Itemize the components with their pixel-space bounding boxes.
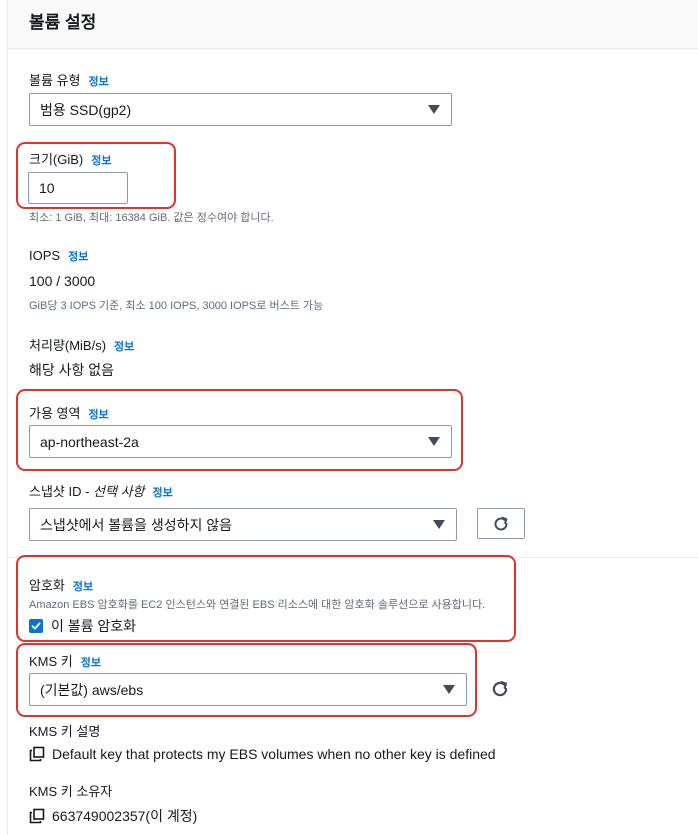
- caret-down-icon: [428, 437, 440, 446]
- kms-owner-value: 663749002357(이 계정): [52, 808, 198, 824]
- kms-key-value: (기본값) aws/ebs: [40, 681, 144, 698]
- kms-owner-label: KMS 키 소유자: [29, 784, 113, 799]
- throughput-label: 처리량(MiB/s): [29, 338, 107, 353]
- size-info-link[interactable]: 정보: [91, 155, 111, 167]
- size-input-value: 10: [39, 180, 55, 196]
- kms-refresh-button[interactable]: [490, 679, 510, 699]
- iops-label-row: IOPS 정보: [29, 247, 88, 265]
- kms-key-select[interactable]: (기본값) aws/ebs: [29, 673, 467, 706]
- encryption-description: Amazon EBS 암호화를 EC2 인스턴스와 연결된 EBS 리소스에 대…: [29, 599, 486, 611]
- kms-description-row: Default key that protects my EBS volumes…: [29, 746, 496, 762]
- az-value: ap-northeast-2a: [40, 433, 139, 450]
- volume-type-label: 볼륨 유형: [29, 73, 81, 88]
- copy-icon[interactable]: [29, 808, 45, 824]
- checkmark-icon: [31, 622, 41, 630]
- az-select[interactable]: ap-northeast-2a: [29, 425, 452, 458]
- snapshot-info-link[interactable]: 정보: [153, 487, 173, 499]
- size-label-row: 크기(GiB) 정보: [29, 149, 112, 169]
- panel-left-border: [7, 0, 8, 835]
- volume-type-info-link[interactable]: 정보: [88, 76, 108, 88]
- volume-type-label-row: 볼륨 유형 정보: [29, 70, 109, 90]
- kms-key-label-row: KMS 키 정보: [29, 651, 101, 671]
- size-hint: 최소: 1 GiB, 최대: 16384 GiB. 값은 정수여야 합니다.: [29, 212, 274, 224]
- snapshot-optional-label: 선택 사항: [93, 484, 145, 499]
- section-header: [8, 0, 698, 49]
- caret-down-icon: [428, 105, 440, 114]
- az-label: 가용 영역: [29, 406, 81, 421]
- volume-type-select[interactable]: 범용 SSD(gp2): [29, 93, 452, 126]
- throughput-info-link[interactable]: 정보: [114, 341, 134, 353]
- size-input[interactable]: 10: [28, 172, 128, 204]
- copy-icon[interactable]: [29, 746, 45, 762]
- kms-key-info-link[interactable]: 정보: [81, 657, 101, 669]
- iops-value: 100 / 3000: [29, 273, 96, 289]
- encrypt-volume-row[interactable]: 이 볼륨 암호화: [29, 616, 136, 636]
- kms-key-label: KMS 키: [29, 654, 73, 669]
- az-label-row: 가용 영역 정보: [29, 403, 109, 423]
- encryption-info-link[interactable]: 정보: [73, 581, 93, 593]
- refresh-icon: [492, 681, 508, 697]
- snapshot-label: 스냅샷 ID -: [29, 484, 94, 499]
- snapshot-label-row: 스냅샷 ID - 선택 사항 정보: [29, 481, 173, 501]
- caret-down-icon: [443, 685, 455, 694]
- kms-owner-row: 663749002357(이 계정): [29, 806, 197, 826]
- volume-type-value: 범용 SSD(gp2): [40, 101, 132, 118]
- az-info-link[interactable]: 정보: [88, 409, 108, 421]
- encryption-label: 암호화: [29, 578, 65, 593]
- encrypt-volume-label: 이 볼륨 암호화: [51, 618, 137, 634]
- kms-description-label: KMS 키 설명: [29, 724, 101, 739]
- snapshot-refresh-button[interactable]: [477, 508, 525, 539]
- refresh-icon: [494, 516, 508, 530]
- encrypt-volume-checkbox[interactable]: [29, 619, 43, 633]
- kms-description-value: Default key that protects my EBS volumes…: [52, 746, 496, 762]
- encryption-label-row: 암호화 정보: [29, 575, 93, 595]
- snapshot-value: 스냅샷에서 볼륨을 생성하지 않음: [40, 516, 232, 533]
- size-label: 크기(GiB): [29, 152, 84, 167]
- throughput-value: 해당 사항 없음: [29, 362, 115, 378]
- iops-label: IOPS: [29, 248, 61, 263]
- iops-hint: GiB당 3 IOPS 기준, 최소 100 IOPS, 3000 IOPS로 …: [29, 300, 324, 312]
- throughput-label-row: 처리량(MiB/s) 정보: [29, 335, 134, 355]
- caret-down-icon: [433, 520, 445, 529]
- iops-info-link[interactable]: 정보: [68, 251, 88, 263]
- snapshot-select[interactable]: 스냅샷에서 볼륨을 생성하지 않음: [29, 508, 457, 541]
- page-title: 볼륨 설정: [29, 13, 97, 32]
